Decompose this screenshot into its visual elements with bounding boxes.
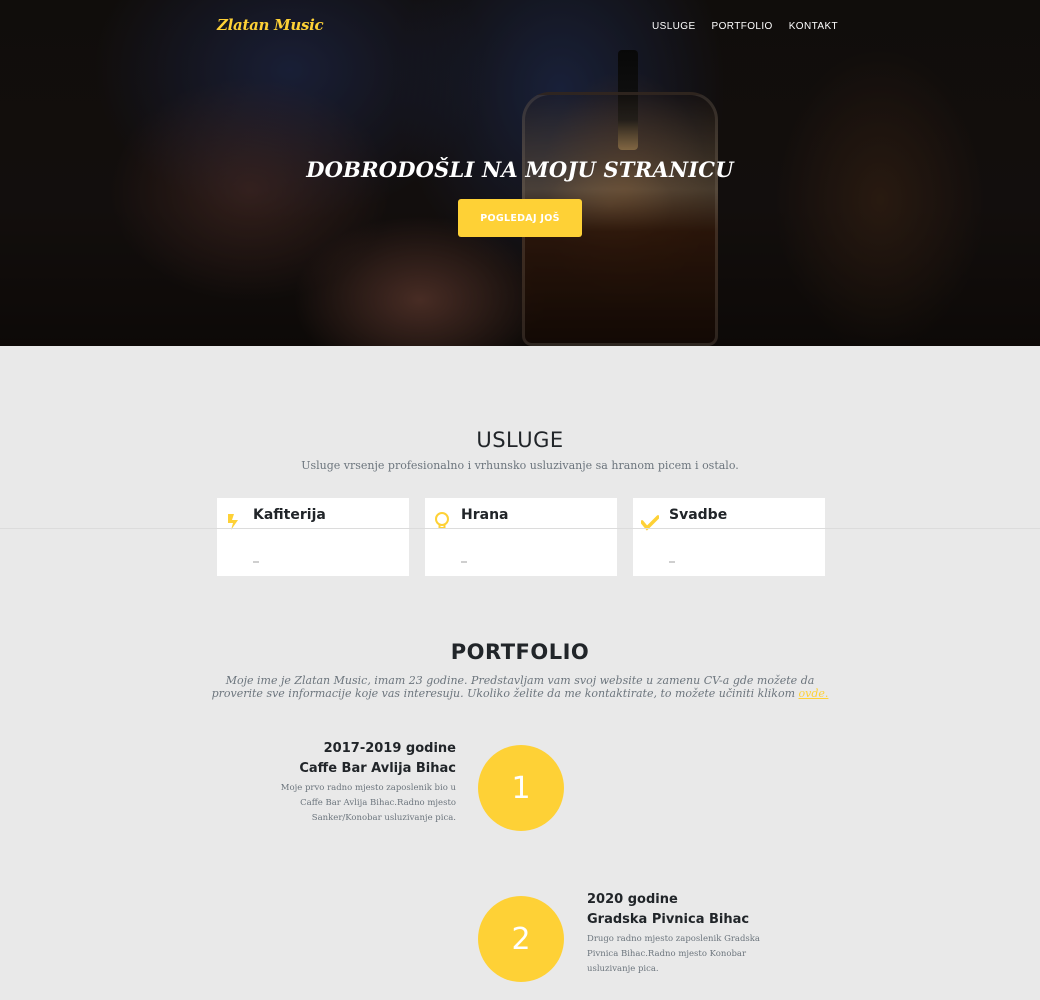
portfolio-title: PORTFOLIO	[450, 640, 590, 664]
nav-link-kontakt[interactable]: KONTAKT	[789, 21, 838, 32]
timeline-1-years: 2017-2019 godine	[323, 741, 456, 756]
timeline-1-heading: 2017-2019 godine Caffe Bar Avlija Bihac	[270, 739, 456, 779]
section-divider	[0, 528, 1040, 529]
portfolio-intro-text: Moje ime je Zlatan Music, imam 23 godine…	[211, 674, 815, 700]
service-card-title: Kafiterija	[253, 507, 326, 523]
services-title: USLUGE	[476, 428, 564, 452]
card-divider	[669, 561, 675, 563]
portfolio-intro: Moje ime je Zlatan Music, imam 23 godine…	[210, 674, 830, 700]
timeline-2-years: 2020 godine	[587, 892, 678, 907]
nav-link-usluge[interactable]: USLUGE	[652, 21, 696, 32]
card-divider	[253, 561, 259, 563]
timeline-2-place: Gradska Pivnica Bihac	[587, 912, 750, 927]
main-nav: USLUGE PORTFOLIO KONTAKT	[652, 21, 838, 32]
card-divider	[461, 561, 467, 563]
services-subtitle: Usluge vrsenje profesionalno i vrhunsko …	[301, 459, 739, 472]
hero-section: Zlatan Music USLUGE PORTFOLIO KONTAKT DO…	[0, 0, 1040, 346]
service-card-title: Svadbe	[669, 507, 728, 523]
timeline-1-place: Caffe Bar Avlija Bihac	[299, 761, 456, 776]
service-card-title: Hrana	[461, 507, 509, 523]
timeline-2-heading: 2020 godine Gradska Pivnica Bihac	[587, 890, 787, 930]
brand-logo[interactable]: Zlatan Music	[217, 16, 324, 34]
service-card-kafiterija[interactable]: Kafiterija	[217, 498, 409, 576]
timeline-1-description: Moje prvo radno mjesto zaposlenik bio u …	[280, 783, 456, 823]
service-card-svadbe[interactable]: Svadbe	[633, 498, 825, 576]
timeline-2-description: Drugo radno mjesto zaposlenik Gradska Pi…	[587, 934, 761, 974]
service-card-hrana[interactable]: Hrana	[425, 498, 617, 576]
timeline-2-circle: 2	[478, 896, 564, 982]
hero-title: DOBRODOŠLI NA MOJU STRANICU	[306, 157, 734, 182]
timeline-1-circle: 1	[478, 745, 564, 831]
contact-link[interactable]: ovde.	[799, 687, 829, 700]
nav-link-portfolio[interactable]: PORTFOLIO	[712, 21, 773, 32]
hero-cta-button[interactable]: POGLEDAJ JOŠ	[458, 199, 582, 237]
